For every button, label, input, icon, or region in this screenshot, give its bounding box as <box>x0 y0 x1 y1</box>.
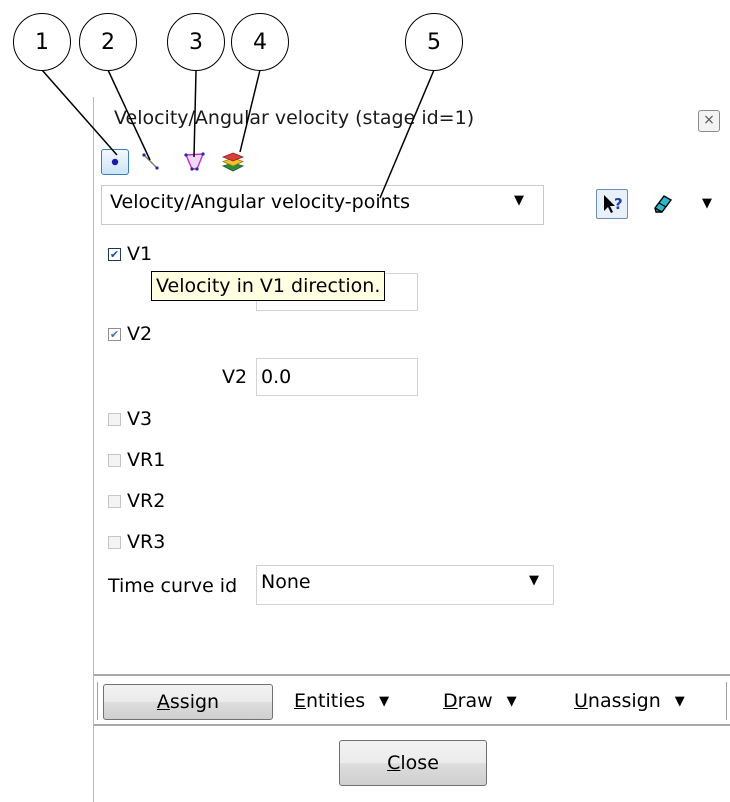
point-entity-button[interactable] <box>101 149 129 175</box>
checkbox-box <box>108 494 121 508</box>
callout-1: 1 <box>13 13 71 71</box>
help-button[interactable]: ? <box>596 189 628 219</box>
chevron-down-icon: ▼ <box>379 694 390 709</box>
unassign-mnemonic: U <box>574 690 588 712</box>
assign-button[interactable]: Assign <box>103 684 273 720</box>
svg-text:?: ? <box>614 195 623 213</box>
draw-mnemonic: D <box>443 690 458 712</box>
unassign-menu[interactable]: Unassign ▼ <box>574 690 685 712</box>
line-entity-icon <box>142 153 159 170</box>
v2-value: 0.0 <box>261 366 292 388</box>
callout-4: 4 <box>231 13 289 71</box>
draw-label: raw <box>457 690 493 712</box>
help-pointer-icon: ? <box>604 195 623 213</box>
callout-2: 2 <box>79 13 137 71</box>
dialog-title: Velocity/Angular velocity (stage id=1) <box>114 107 475 129</box>
condition-select-value: Velocity/Angular velocity-points <box>110 191 410 213</box>
checkbox-vr1-label: VR1 <box>127 449 166 471</box>
v2-value-field[interactable]: 0.0 <box>256 358 418 396</box>
time-curve-label: Time curve id <box>108 575 238 597</box>
eraser-button[interactable] <box>647 189 677 219</box>
checkbox-v2[interactable]: ✔ V2 <box>108 321 152 347</box>
tooltip: Velocity in V1 direction. <box>151 271 386 301</box>
assign-bar-inner: Assign Entities ▼ Draw ▼ Unassign ▼ <box>97 682 727 720</box>
eraser-icon <box>654 195 673 213</box>
check-icon: ✔ <box>108 327 121 341</box>
checkbox-v1[interactable]: ✔ V1 <box>108 241 152 267</box>
checkbox-v1-label: V1 <box>127 243 153 265</box>
volume-layers-icon <box>221 152 245 172</box>
assign-mnemonic: A <box>156 691 170 713</box>
chevron-down-icon: ▼ <box>514 193 524 208</box>
line-entity-button[interactable] <box>137 149 165 175</box>
callout-5: 5 <box>405 13 463 71</box>
eraser-dropdown-arrow[interactable]: ▼ <box>702 196 712 211</box>
close-label: lose <box>400 752 439 774</box>
chevron-down-icon: ▼ <box>529 573 539 588</box>
checkbox-box <box>108 453 121 467</box>
close-mnemonic: C <box>387 752 401 774</box>
close-icon: × <box>703 112 715 128</box>
checkbox-v3[interactable]: V3 <box>108 406 152 432</box>
draw-menu[interactable]: Draw ▼ <box>443 690 517 712</box>
callout-3: 3 <box>167 13 225 71</box>
surface-entity-button[interactable] <box>181 149 209 175</box>
entities-label: ntities <box>306 690 366 712</box>
checkbox-box <box>108 412 121 426</box>
time-curve-select[interactable]: None ▼ <box>256 565 554 605</box>
checkbox-v3-label: V3 <box>127 408 153 430</box>
chevron-down-icon: ▼ <box>674 694 685 709</box>
assign-label: ssign <box>169 691 220 713</box>
condition-select[interactable]: Velocity/Angular velocity-points ▼ <box>101 185 544 225</box>
checkbox-vr3-label: VR3 <box>127 531 166 553</box>
velocity-dialog: Velocity/Angular velocity (stage id=1) × <box>93 97 730 802</box>
checkbox-vr2[interactable]: VR2 <box>108 488 165 514</box>
point-entity-icon <box>111 158 119 166</box>
checkbox-vr1[interactable]: VR1 <box>108 447 165 473</box>
checkbox-vr2-label: VR2 <box>127 490 166 512</box>
entities-mnemonic: E <box>294 690 307 712</box>
v2-field-label: V2 <box>222 366 248 388</box>
close-window-button[interactable]: × <box>698 110 720 132</box>
unassign-label: nassign <box>587 690 661 712</box>
checkbox-v2-label: V2 <box>127 323 153 345</box>
check-icon: ✔ <box>108 247 121 261</box>
time-curve-value: None <box>261 571 311 593</box>
close-button[interactable]: Close <box>339 740 487 786</box>
checkbox-box <box>108 535 121 549</box>
assign-bar: Assign Entities ▼ Draw ▼ Unassign ▼ <box>94 674 730 726</box>
entities-menu[interactable]: Entities ▼ <box>294 690 389 712</box>
checkbox-vr3[interactable]: VR3 <box>108 529 165 555</box>
volume-entity-button[interactable] <box>219 149 247 175</box>
chevron-down-icon: ▼ <box>506 694 517 709</box>
surface-entity-icon <box>184 152 205 171</box>
